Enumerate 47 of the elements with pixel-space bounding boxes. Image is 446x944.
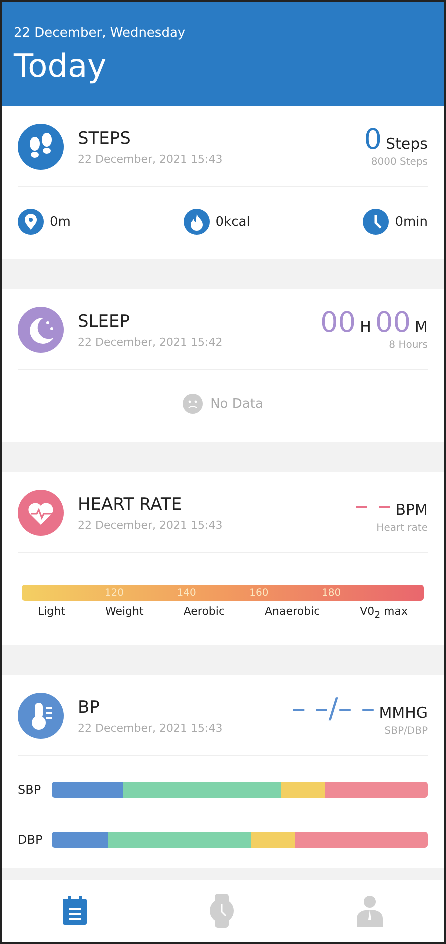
sleep-minutes: 00 [375, 309, 412, 337]
card-timestamp: 22 December, 2021 15:43 [78, 152, 224, 166]
card-timestamp: 22 December, 2021 15:43 [78, 722, 224, 735]
zone-label: Aerobic [184, 605, 226, 620]
heart-rate-card[interactable]: HEART RATE 22 December, 2021 15:43 – –BPM Heart rate 120 140 160 180 Light Weight Aerobic Anaerobic V0$_{2}$ max [2, 472, 444, 646]
mmhg-unit: MMHG [379, 704, 428, 722]
no-data-text: No Data [210, 396, 264, 412]
stat-value: 0kcal [216, 214, 250, 230]
bp-caption: SBP/DBP [384, 726, 428, 738]
thermometer-icon [18, 693, 64, 740]
page-title: Today [14, 47, 108, 85]
steps-value: 0 [364, 126, 382, 154]
flame-icon [184, 209, 210, 235]
steps-goal: 8000 Steps [371, 157, 428, 168]
card-title: HEART RATE [78, 494, 184, 514]
stat-value: 0m [50, 214, 71, 230]
steps-unit: Steps [386, 135, 428, 153]
bar-label: DBP [18, 833, 44, 848]
bp-card[interactable]: BP 22 December, 2021 15:43 – –/– –MMHG SBP/DBP SBP DBP [2, 675, 444, 868]
card-timestamp: 22 December, 2021 15:42 [78, 336, 224, 348]
zone-label: Weight [105, 605, 144, 620]
zone-label: Light [38, 605, 66, 620]
steps-card[interactable]: STEPS 22 December, 2021 15:43 0 Steps 8000 Steps 0m 0kcal 0min [2, 106, 444, 259]
zone-label: Anaerobic [265, 605, 320, 620]
card-title: BP [78, 698, 101, 718]
sad-face-icon [182, 394, 203, 414]
stat-value: 0min [395, 214, 428, 230]
bpm-unit: BPM [396, 501, 428, 519]
sleep-card[interactable]: SLEEP 22 December, 2021 15:42 00 H 00 M 8 Hours No Data [2, 289, 444, 442]
moon-icon [18, 307, 64, 353]
bar-label: SBP [18, 783, 42, 798]
sleep-hours: 00 [320, 309, 356, 337]
heart-rate-caption: Heart rate [376, 523, 428, 534]
card-title: SLEEP [78, 312, 131, 332]
heart-rate-scale: 120 140 160 180 [22, 585, 424, 601]
location-pin-icon [18, 209, 44, 235]
minutes-unit: M [415, 318, 428, 336]
card-timestamp: 22 December, 2021 15:43 [78, 518, 224, 532]
bp-value: – –/– – [292, 695, 376, 724]
sleep-goal: 8 Hours [389, 340, 428, 351]
heart-rate-value: – – [354, 492, 392, 520]
clock-icon [363, 209, 390, 235]
card-title: STEPS [78, 128, 132, 148]
hours-unit: H [360, 318, 372, 336]
zone-label: V0$_{2}$ max [360, 605, 408, 622]
footprints-icon [18, 124, 64, 170]
header-date: 22 December, Wednesday [14, 26, 187, 41]
